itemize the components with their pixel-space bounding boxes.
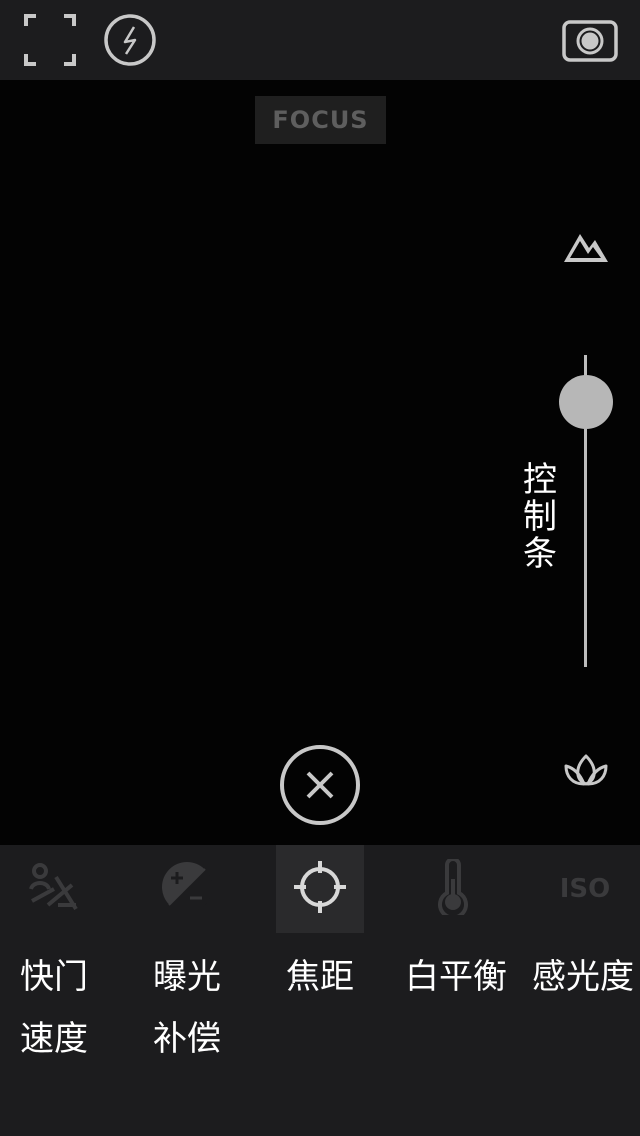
- top-toolbar: [0, 0, 640, 80]
- focus-mode-label: FOCUS: [255, 96, 386, 144]
- tool-exposure[interactable]: [143, 845, 231, 933]
- tool-focus[interactable]: [276, 845, 364, 933]
- leaf-icon: [560, 746, 612, 790]
- flash-off-icon[interactable]: [102, 12, 158, 68]
- focus-crosshair-icon: [292, 859, 348, 919]
- slider-caption: 控 制 条: [523, 460, 557, 574]
- tool-label-shutter-speed: 快门 速度: [20, 957, 88, 1059]
- fullscreen-icon[interactable]: [22, 12, 78, 68]
- camera-capture-icon[interactable]: [560, 16, 620, 66]
- mountain-icon: [560, 226, 612, 266]
- tool-label-white-balance: 白平衡: [405, 957, 507, 997]
- shutter-speed-icon: [28, 861, 80, 917]
- close-icon[interactable]: [279, 744, 361, 826]
- tool-shutter-speed[interactable]: [10, 845, 98, 933]
- iso-icon: ISO: [559, 874, 611, 904]
- tool-iso[interactable]: ISO: [541, 845, 629, 933]
- tool-label-iso: 感光度: [532, 957, 634, 997]
- exposure-compensation-icon: [159, 859, 215, 919]
- thermometer-icon: [433, 857, 473, 920]
- tool-label-focus: 焦距: [286, 957, 354, 997]
- tool-label-exposure: 曝光 补偿: [153, 957, 221, 1059]
- focus-slider-thumb[interactable]: [559, 375, 613, 429]
- tool-white-balance[interactable]: [409, 845, 497, 933]
